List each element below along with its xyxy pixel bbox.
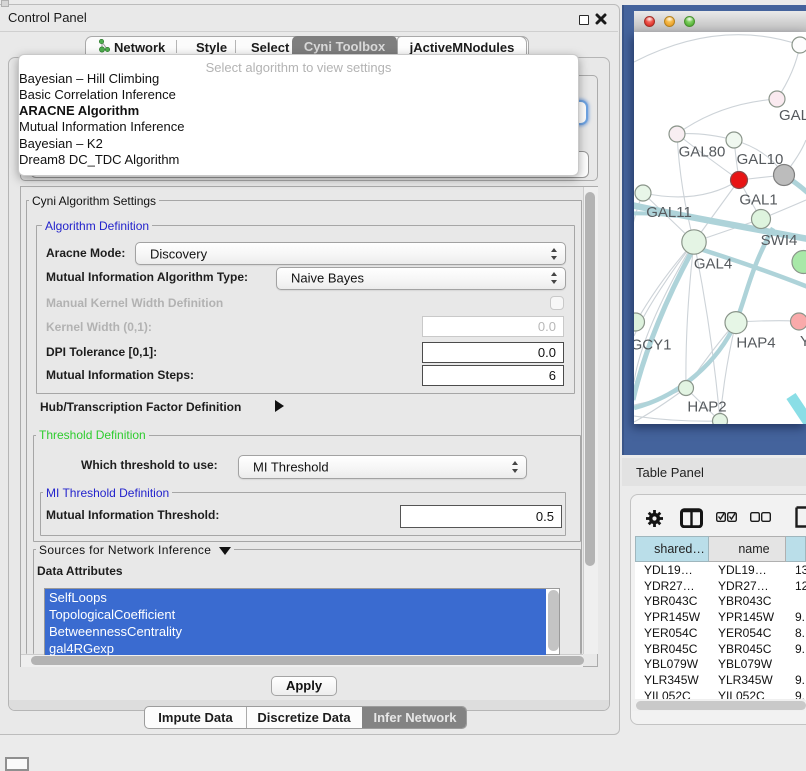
- svg-text:HAP4: HAP4: [736, 335, 775, 352]
- svg-text:GAL4: GAL4: [694, 256, 732, 273]
- svg-text:GAL7: GAL7: [779, 107, 806, 124]
- svg-text:GAL1: GAL1: [739, 192, 777, 209]
- svg-text:GAL80: GAL80: [679, 144, 726, 161]
- svg-text:GAL10: GAL10: [737, 151, 784, 168]
- svg-text:SWI4: SWI4: [761, 232, 798, 249]
- svg-text:GAL11: GAL11: [646, 204, 692, 221]
- svg-text:YE: YE: [800, 333, 806, 350]
- svg-text:GCY1: GCY1: [634, 337, 671, 354]
- svg-text:HAP2: HAP2: [687, 399, 726, 416]
